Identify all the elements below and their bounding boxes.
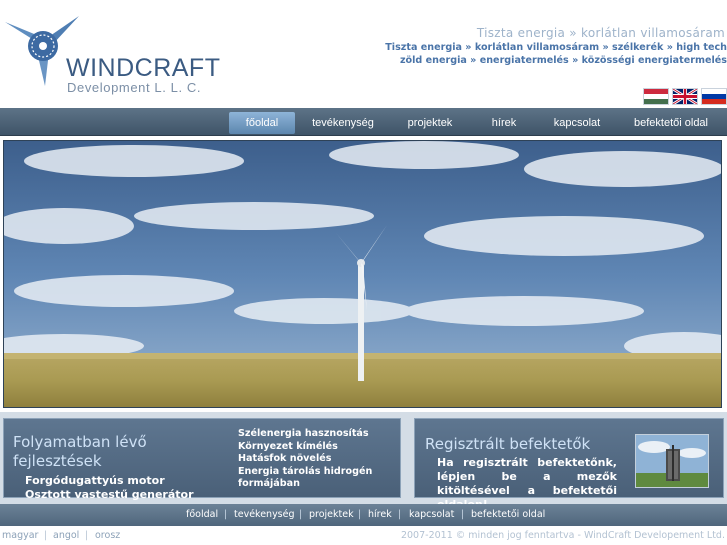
investors-panel[interactable]: Regisztrált befektetők Ha regisztrált be…: [414, 418, 724, 511]
nav-item-contact[interactable]: kapcsolat: [545, 112, 609, 134]
british-flag-icon[interactable]: [672, 88, 698, 105]
language-link-russian[interactable]: orosz: [95, 530, 120, 541]
nav-item-projects[interactable]: projektek: [398, 112, 462, 134]
development-panel: Folyamatban lévő fejlesztések Forgódugat…: [3, 418, 401, 501]
nav-item-investors[interactable]: befektetői oldal: [628, 112, 714, 134]
main-nav: főoldal tevékenység projektek hírek kapc…: [0, 108, 727, 136]
benefit-item: Hatásfok növelés: [238, 453, 332, 464]
brand-name[interactable]: WINDCRAFT: [66, 54, 220, 83]
investors-title[interactable]: Regisztrált befektetők: [425, 435, 590, 454]
benefits-list: Szélenergia hasznosítás Környezet kímélé…: [238, 428, 372, 491]
copyright: 2007-2011 © minden jog fenntartva - Wind…: [400, 530, 725, 541]
footer-link-projects[interactable]: projektek: [309, 509, 354, 520]
hero-image: [3, 140, 722, 408]
benefit-item: Környezet kímélés: [238, 440, 338, 452]
development-item[interactable]: Osztott vastestű generátor: [25, 488, 194, 501]
header: WINDCRAFT Development L. L. C. Tiszta en…: [0, 0, 727, 108]
footer-link-home[interactable]: főoldal: [186, 509, 218, 520]
language-link-hungarian[interactable]: magyar: [2, 530, 38, 541]
footer-link-activity[interactable]: tevékenység: [234, 509, 295, 520]
footer-link-contact[interactable]: kapcsolat: [409, 509, 454, 520]
benefit-item: Energia tárolás hidrogén: [238, 465, 373, 477]
keyword-line-1: Tiszta energia » korlátlan villamosáram …: [385, 42, 727, 53]
content-panels: Folyamatban lévő fejlesztések Forgódugat…: [0, 412, 727, 511]
russian-flag-icon[interactable]: [701, 88, 727, 105]
turbine-thumbnail[interactable]: [635, 434, 709, 488]
footer-link-investors[interactable]: befektetői oldal: [471, 509, 545, 520]
slogan: Tiszta energia » korlátlan villamosáram: [476, 26, 725, 40]
keyword-line-2: zöld energia » energiatermelés » közössé…: [399, 55, 727, 66]
brand-subtitle: Development L. L. C.: [67, 80, 202, 95]
footer-link-news[interactable]: hírek: [368, 509, 392, 520]
development-item[interactable]: Forgódugattyús motor: [25, 474, 165, 487]
nav-item-activity[interactable]: tevékenység: [306, 112, 380, 134]
footer-bottom: magyar | angol | orosz 2007-2011 © minde…: [0, 526, 727, 545]
benefit-item: formájában: [238, 478, 300, 489]
language-link-english[interactable]: angol: [53, 530, 79, 541]
development-title: Folyamatban lévő fejlesztések: [13, 433, 147, 470]
benefit-item: Szélenergia hasznosítás: [238, 428, 369, 439]
hungarian-flag-icon[interactable]: [643, 88, 669, 105]
nav-item-news[interactable]: hírek: [482, 112, 526, 134]
nav-item-home[interactable]: főoldal: [229, 112, 295, 134]
footer-nav: főoldal | tevékenység | projektek | híre…: [0, 504, 727, 526]
